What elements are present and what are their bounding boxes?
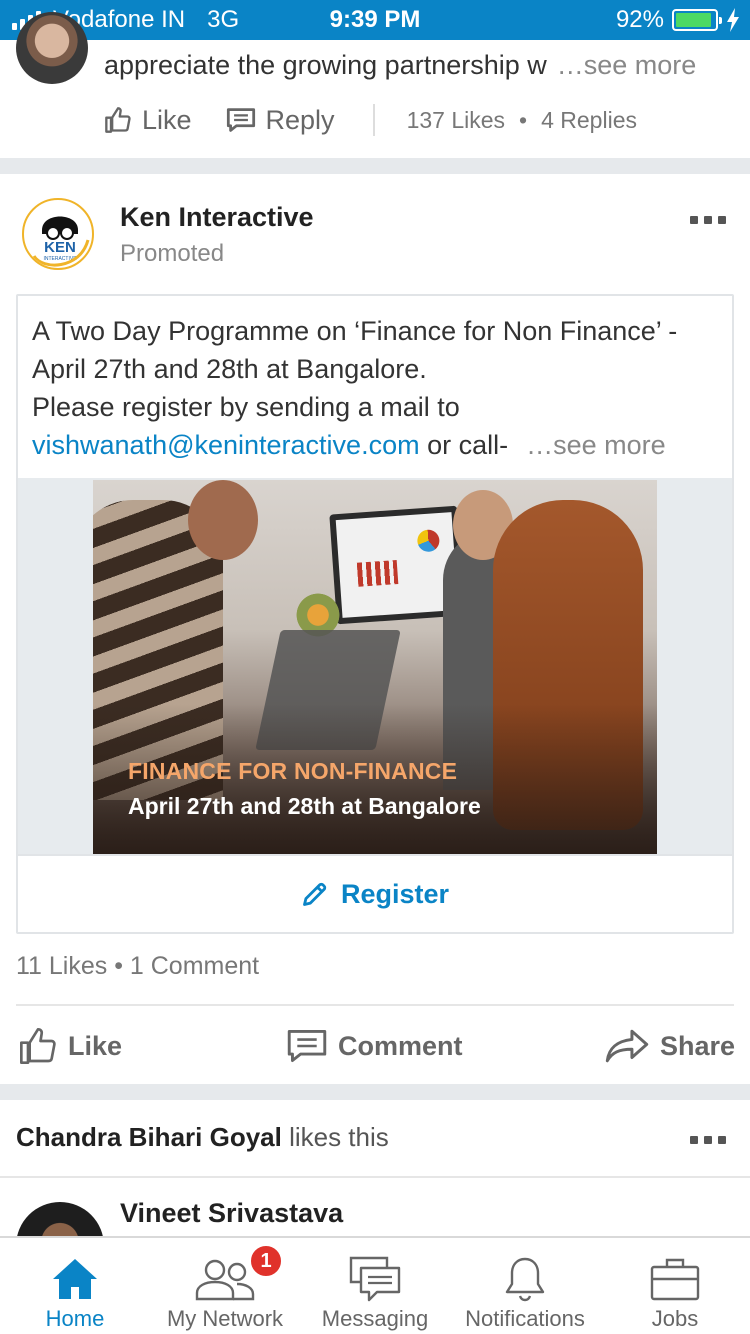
comment-icon bbox=[287, 1030, 327, 1062]
likes-this-text: likes this bbox=[281, 1122, 389, 1152]
post-text-line-1: A Two Day Programme on ‘Finance for Non … bbox=[32, 316, 678, 346]
comment-reply-button[interactable]: Reply bbox=[226, 105, 335, 136]
comment-likes-count[interactable]: 137 Likes bbox=[407, 107, 505, 134]
bell-icon bbox=[505, 1257, 545, 1302]
network-icon bbox=[195, 1259, 255, 1301]
tab-icon-wrap: 1 bbox=[193, 1244, 283, 1304]
post-share-label: Share bbox=[660, 1030, 736, 1061]
register-label: Register bbox=[340, 878, 450, 909]
tab-jobs[interactable]: Jobs bbox=[600, 1238, 750, 1334]
reply-icon bbox=[226, 108, 255, 132]
share-icon bbox=[605, 1029, 649, 1063]
post-share-button[interactable]: Share bbox=[604, 1016, 735, 1076]
social-context: Chandra Bihari Goyal likes this bbox=[16, 1122, 389, 1153]
bottom-tab-bar: Home 1 My Network Messaging Notification… bbox=[0, 1236, 750, 1334]
post-see-more-link[interactable]: …see more bbox=[526, 430, 666, 460]
comment-like-button[interactable]: Like bbox=[104, 105, 192, 136]
post-comment-button[interactable]: Comment bbox=[286, 1016, 463, 1076]
comment-text: appreciate the growing partnership w …see… bbox=[104, 50, 696, 81]
comment-like-label: Like bbox=[142, 104, 192, 135]
comment-reply-label: Reply bbox=[265, 104, 335, 135]
post-text-line-3: Please register by sending a mail to bbox=[32, 392, 460, 422]
divider bbox=[372, 104, 375, 136]
feed-separator bbox=[0, 1084, 750, 1100]
next-post-author-name[interactable]: Vineet Srivastava bbox=[120, 1198, 343, 1229]
person-head bbox=[188, 480, 258, 560]
comment-actions: Like Reply 137 Likes • 4 Replies bbox=[104, 98, 637, 142]
post-like-label: Like bbox=[68, 1030, 123, 1061]
tab-messaging[interactable]: Messaging bbox=[300, 1238, 450, 1334]
divider bbox=[16, 1004, 734, 1006]
divider bbox=[0, 1176, 750, 1178]
tab-label-my-network: My Network bbox=[166, 1306, 284, 1331]
tab-icon-wrap bbox=[503, 1254, 547, 1304]
thumbs-up-icon bbox=[20, 1028, 56, 1064]
image-subheading: April 27th and 28th at Bangalore bbox=[128, 793, 481, 819]
home-icon bbox=[53, 1259, 97, 1299]
bullet-separator: • bbox=[519, 106, 528, 133]
post-text-line-4: vishwanath@keninteractive.com or call- …s… bbox=[32, 426, 722, 464]
post-text: A Two Day Programme on ‘Finance for Non … bbox=[32, 312, 722, 464]
notification-badge: 1 bbox=[249, 1244, 283, 1278]
logo-text: KEN bbox=[44, 239, 76, 256]
tab-icon-wrap bbox=[650, 1254, 700, 1304]
post-text-tail: or call- bbox=[419, 430, 509, 460]
post-menu-icon[interactable] bbox=[690, 1136, 726, 1144]
promoted-label: Promoted bbox=[120, 240, 225, 267]
thumbs-up-icon bbox=[105, 107, 131, 133]
post-menu-icon[interactable] bbox=[690, 216, 726, 224]
pencil-icon bbox=[303, 882, 327, 906]
tab-label-jobs: Jobs bbox=[651, 1306, 699, 1331]
charging-icon bbox=[727, 8, 739, 32]
company-logo[interactable]: KEN INTERACTIVE bbox=[22, 198, 94, 270]
tab-home[interactable]: Home bbox=[0, 1238, 150, 1334]
tab-my-network[interactable]: 1 My Network bbox=[150, 1238, 300, 1334]
comment-body: appreciate the growing partnership w bbox=[104, 50, 547, 80]
ken-logo-icon: KEN INTERACTIVE bbox=[32, 216, 90, 267]
comment-author-avatar[interactable] bbox=[16, 12, 88, 84]
post-like-button[interactable]: Like bbox=[18, 1016, 122, 1076]
tab-label-messaging: Messaging bbox=[321, 1306, 429, 1331]
post-text-line-2: April 27th and 28th at Bangalore. bbox=[32, 354, 427, 384]
ad-image[interactable]: FINANCE FOR NON-FINANCE April 27th and 2… bbox=[93, 480, 657, 854]
tab-label-home: Home bbox=[45, 1306, 105, 1331]
post-stats[interactable]: 11 Likes • 1 Comment bbox=[16, 952, 259, 981]
post-actions: Like Comment Share bbox=[0, 1016, 750, 1076]
post-author-name[interactable]: Ken Interactive bbox=[120, 202, 314, 233]
tab-icon-wrap bbox=[349, 1254, 401, 1304]
post-comment-label: Comment bbox=[338, 1030, 463, 1061]
status-right: 92% bbox=[616, 6, 740, 34]
briefcase-icon bbox=[650, 1258, 700, 1301]
register-button[interactable]: Register bbox=[18, 856, 732, 932]
battery-icon bbox=[672, 9, 722, 31]
tab-icon-wrap bbox=[51, 1254, 99, 1304]
status-bar: Vodafone IN 3G 9:39 PM 92% bbox=[0, 0, 750, 40]
comment-see-more-link[interactable]: …see more bbox=[557, 50, 697, 80]
comment-replies-count[interactable]: 4 Replies bbox=[541, 107, 637, 134]
tab-label-notifications: Notifications bbox=[465, 1306, 585, 1331]
feed-separator bbox=[0, 158, 750, 174]
email-link[interactable]: vishwanath@keninteractive.com bbox=[32, 430, 420, 460]
battery-percent: 92% bbox=[615, 6, 664, 33]
messaging-icon bbox=[349, 1256, 401, 1302]
liker-name[interactable]: Chandra Bihari Goyal bbox=[16, 1122, 282, 1152]
tab-notifications[interactable]: Notifications bbox=[450, 1238, 600, 1334]
image-heading: FINANCE FOR NON-FINANCE bbox=[128, 758, 458, 784]
